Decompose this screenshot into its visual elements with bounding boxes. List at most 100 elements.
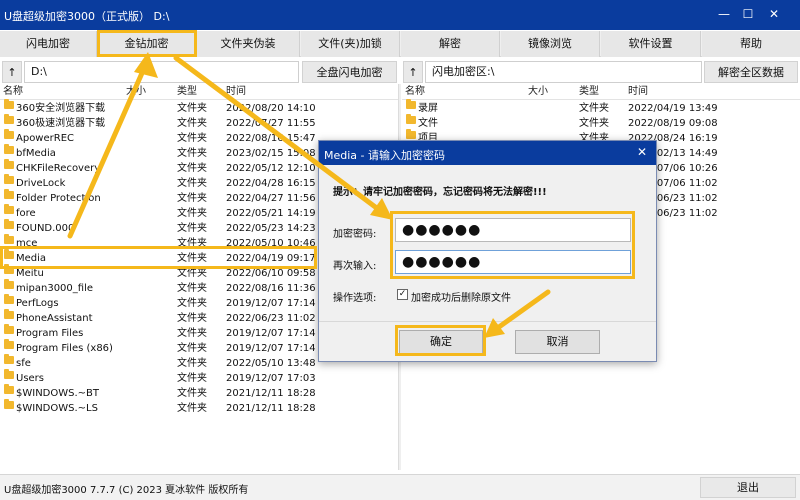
folder-icon (406, 114, 416, 124)
folder-icon (4, 264, 14, 274)
decrypt-button[interactable]: 解密 (401, 31, 500, 57)
help-button[interactable]: 帮助 (702, 31, 800, 57)
item-name: bfMedia (16, 148, 56, 159)
left-path-input[interactable]: D:\ (24, 61, 299, 83)
item-time: 2022/04/28 16:15 (226, 178, 316, 189)
window-title: U盘超级加密3000（正式版） D:\ (4, 10, 170, 23)
column-type[interactable]: 类型 (177, 84, 197, 100)
left-up-button[interactable]: ↑ (2, 61, 22, 83)
folder-icon (4, 294, 14, 304)
mirror-browse-button[interactable]: 镜像浏览 (501, 31, 600, 57)
list-item[interactable]: 360极速浏览器下载 文件夹 2022/07/27 11:55 (0, 114, 398, 131)
file-lock-button[interactable]: 文件(夹)加锁 (301, 31, 400, 57)
item-type: 文件夹 (177, 343, 207, 354)
exit-button[interactable]: 退出 (700, 477, 796, 498)
folder-icon (4, 189, 14, 199)
item-type: 文件夹 (177, 358, 207, 369)
folder-icon (4, 129, 14, 139)
copyright-text: U盘超级加密3000 7.7.7 (C) 2023 夏冰软件 版权所有 (4, 485, 249, 496)
item-name: Folder Protection (16, 193, 101, 204)
item-name: ApowerREC (16, 133, 74, 144)
folder-disguise-button[interactable]: 文件夹伪装 (197, 31, 300, 57)
list-item[interactable]: 文件 文件夹 2022/08/19 09:08 (402, 114, 800, 131)
item-time: 2022/05/21 14:19 (226, 208, 316, 219)
list-item[interactable]: 360安全浏览器下载 文件夹 2022/08/20 14:10 (0, 99, 398, 116)
dialog-title: Media - 请输入加密密码 (324, 149, 445, 162)
item-type: 文件夹 (177, 388, 207, 399)
list-item[interactable]: $WINDOWS.~BT 文件夹 2021/12/11 18:28 (0, 384, 398, 401)
decrypt-all-button[interactable]: 解密全区数据 (704, 61, 798, 83)
item-type: 文件夹 (177, 253, 207, 264)
folder-icon (4, 309, 14, 319)
item-type: 文件夹 (177, 268, 207, 279)
right-up-button[interactable]: ↑ (403, 61, 423, 83)
ok-button[interactable]: 确定 (399, 330, 483, 354)
folder-icon (4, 369, 14, 379)
folder-icon (4, 324, 14, 334)
item-type: 文件夹 (177, 133, 207, 144)
dialog-separator (319, 321, 656, 322)
item-type: 文件夹 (177, 223, 207, 234)
folder-icon (4, 234, 14, 244)
item-name: Media (16, 253, 47, 264)
column-time[interactable]: 时间 (226, 84, 246, 100)
minimize-button[interactable]: — (716, 6, 732, 22)
diamond-encrypt-button[interactable]: 金钻加密 (98, 31, 196, 57)
column-name[interactable]: 名称 (3, 84, 23, 100)
delete-original-checkbox[interactable]: ✓ (397, 289, 408, 300)
item-type: 文件夹 (177, 148, 207, 159)
item-name: 360安全浏览器下载 (16, 103, 106, 114)
main-toolbar: 闪电加密 金钻加密 文件夹伪装 文件(夹)加锁 解密 镜像浏览 软件设置 帮助 (0, 31, 800, 57)
item-type: 文件夹 (579, 118, 609, 129)
item-type: 文件夹 (177, 208, 207, 219)
item-name: Users (16, 373, 45, 384)
status-bar: U盘超级加密3000 7.7.7 (C) 2023 夏冰软件 版权所有 退出 (0, 474, 800, 500)
flash-encrypt-button[interactable]: 闪电加密 (0, 31, 97, 57)
dialog-title-bar: Media - 请输入加密密码 ✕ (319, 141, 656, 165)
item-time: 2022/06/23 11:02 (226, 313, 316, 324)
folder-icon (4, 339, 14, 349)
cancel-button[interactable]: 取消 (515, 330, 600, 354)
item-type: 文件夹 (177, 403, 207, 414)
item-name: 360极速浏览器下载 (16, 118, 106, 129)
close-button[interactable]: ✕ (766, 6, 782, 22)
item-type: 文件夹 (177, 313, 207, 324)
folder-icon (4, 279, 14, 289)
maximize-button[interactable]: ☐ (740, 6, 756, 22)
full-disk-flash-encrypt-button[interactable]: 全盘闪电加密 (302, 61, 397, 83)
item-type: 文件夹 (177, 373, 207, 384)
column-time[interactable]: 时间 (628, 84, 648, 100)
item-time: 2023/02/15 15:08 (226, 148, 316, 159)
item-name: mipan3000_file (16, 283, 94, 294)
item-type: 文件夹 (177, 193, 207, 204)
column-name[interactable]: 名称 (405, 84, 425, 100)
settings-button[interactable]: 软件设置 (601, 31, 701, 57)
item-name: mce (16, 238, 38, 249)
item-time: 2022/07/27 11:55 (226, 118, 316, 129)
left-list-header: 名称 大小 类型 时间 (0, 84, 398, 100)
right-path-input[interactable]: 闪电加密区:\ (425, 61, 702, 83)
column-type[interactable]: 类型 (579, 84, 599, 100)
item-type: 文件夹 (579, 103, 609, 114)
password-input[interactable]: ●●●●●● (395, 218, 631, 242)
column-size[interactable]: 大小 (528, 84, 548, 100)
delete-original-label[interactable]: 加密成功后删除原文件 (411, 289, 511, 304)
confirm-password-input[interactable]: ●●●●●● (395, 250, 631, 274)
item-name: fore (16, 208, 36, 219)
folder-icon (4, 399, 14, 409)
folder-icon (406, 129, 416, 139)
dialog-close-icon[interactable]: ✕ (637, 145, 647, 159)
list-item[interactable]: Users 文件夹 2019/12/07 17:03 (0, 369, 398, 386)
item-type: 文件夹 (177, 298, 207, 309)
item-name: PhoneAssistant (16, 313, 93, 324)
column-size[interactable]: 大小 (126, 84, 146, 100)
list-item[interactable]: $WINDOWS.~LS 文件夹 2021/12/11 18:28 (0, 399, 398, 416)
item-time: 2022/08/20 14:10 (226, 103, 316, 114)
item-time: 2022/05/10 13:48 (226, 358, 316, 369)
item-name: Program Files (x86) (16, 343, 113, 354)
folder-icon (4, 99, 14, 109)
item-time: 2022/04/19 13:49 (628, 103, 718, 114)
item-type: 文件夹 (177, 178, 207, 189)
list-item[interactable]: 录屏 文件夹 2022/04/19 13:49 (402, 99, 800, 116)
item-name: $WINDOWS.~BT (16, 388, 100, 399)
